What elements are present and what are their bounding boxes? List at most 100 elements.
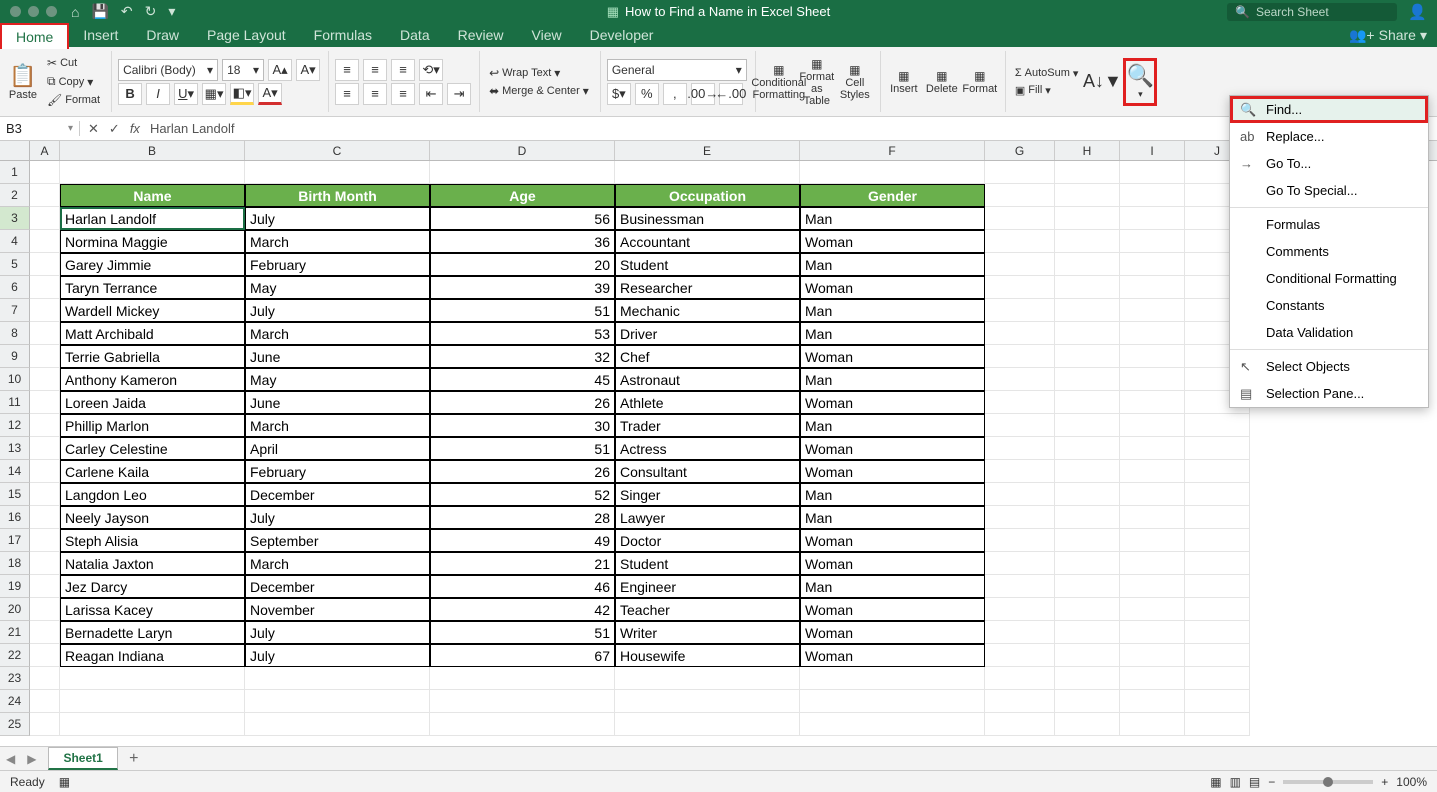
row-header[interactable]: 17 bbox=[0, 529, 30, 552]
cell[interactable]: March bbox=[245, 230, 430, 253]
comma-icon[interactable]: , bbox=[663, 83, 687, 105]
cell[interactable]: 20 bbox=[430, 253, 615, 276]
cell[interactable]: July bbox=[245, 506, 430, 529]
row-header[interactable]: 22 bbox=[0, 644, 30, 667]
row-header[interactable]: 2 bbox=[0, 184, 30, 207]
cell[interactable] bbox=[1185, 690, 1250, 713]
row-header[interactable]: 19 bbox=[0, 575, 30, 598]
cell[interactable] bbox=[1055, 322, 1120, 345]
cell[interactable]: Man bbox=[800, 207, 985, 230]
row-header[interactable]: 18 bbox=[0, 552, 30, 575]
cell[interactable]: July bbox=[245, 299, 430, 322]
cell[interactable]: 53 bbox=[430, 322, 615, 345]
cell[interactable] bbox=[60, 667, 245, 690]
cell-styles-button[interactable]: ▦Cell Styles bbox=[838, 58, 872, 106]
cell[interactable] bbox=[30, 276, 60, 299]
cell[interactable] bbox=[615, 690, 800, 713]
cell[interactable] bbox=[1185, 667, 1250, 690]
cell[interactable] bbox=[245, 161, 430, 184]
number-format-select[interactable]: General▾ bbox=[607, 59, 747, 81]
cell[interactable] bbox=[1120, 713, 1185, 736]
cell[interactable] bbox=[1185, 506, 1250, 529]
cell[interactable] bbox=[1120, 437, 1185, 460]
cell[interactable] bbox=[30, 667, 60, 690]
cell[interactable] bbox=[1120, 391, 1185, 414]
cell[interactable]: March bbox=[245, 414, 430, 437]
user-avatar-icon[interactable]: 👤 bbox=[1408, 3, 1427, 21]
zoom-out-icon[interactable]: − bbox=[1268, 775, 1275, 789]
row-header[interactable]: 25 bbox=[0, 713, 30, 736]
cell[interactable]: Student bbox=[615, 552, 800, 575]
cell[interactable] bbox=[30, 253, 60, 276]
cell[interactable] bbox=[30, 207, 60, 230]
cell[interactable] bbox=[1055, 483, 1120, 506]
cell[interactable] bbox=[1055, 207, 1120, 230]
cell[interactable]: 36 bbox=[430, 230, 615, 253]
minimize-window-icon[interactable] bbox=[28, 6, 39, 17]
cell[interactable] bbox=[1055, 230, 1120, 253]
cell[interactable] bbox=[985, 322, 1055, 345]
cell[interactable] bbox=[1120, 506, 1185, 529]
cell[interactable] bbox=[1120, 414, 1185, 437]
cell[interactable]: Anthony Kameron bbox=[60, 368, 245, 391]
menu-goto-special[interactable]: Go To Special... bbox=[1230, 177, 1428, 204]
cell[interactable]: February bbox=[245, 460, 430, 483]
cell[interactable]: Engineer bbox=[615, 575, 800, 598]
cell[interactable] bbox=[1055, 552, 1120, 575]
delete-cells-button[interactable]: ▦Delete bbox=[925, 58, 959, 106]
cell[interactable] bbox=[1055, 690, 1120, 713]
row-header[interactable]: 16 bbox=[0, 506, 30, 529]
cell[interactable]: Accountant bbox=[615, 230, 800, 253]
redo-icon[interactable]: ↻ bbox=[145, 3, 157, 20]
find-select-button[interactable]: 🔍▾ bbox=[1123, 58, 1157, 106]
macro-icon[interactable]: ▦ bbox=[59, 775, 70, 789]
menu-select-objects[interactable]: ↖Select Objects bbox=[1230, 353, 1428, 380]
cell[interactable] bbox=[1055, 414, 1120, 437]
cell[interactable]: Neely Jayson bbox=[60, 506, 245, 529]
align-right-icon[interactable]: ≡ bbox=[391, 83, 415, 105]
cell[interactable] bbox=[245, 690, 430, 713]
cell[interactable]: Actress bbox=[615, 437, 800, 460]
align-middle-icon[interactable]: ≡ bbox=[363, 59, 387, 81]
cell[interactable] bbox=[985, 575, 1055, 598]
zoom-level[interactable]: 100% bbox=[1396, 775, 1427, 789]
row-header[interactable]: 21 bbox=[0, 621, 30, 644]
cell[interactable]: Gender bbox=[800, 184, 985, 207]
cell[interactable]: December bbox=[245, 483, 430, 506]
cell[interactable]: September bbox=[245, 529, 430, 552]
align-top-icon[interactable]: ≡ bbox=[335, 59, 359, 81]
search-sheet-input[interactable]: 🔍 Search Sheet bbox=[1227, 3, 1397, 21]
cell[interactable] bbox=[30, 713, 60, 736]
cell[interactable] bbox=[30, 437, 60, 460]
cell[interactable] bbox=[985, 529, 1055, 552]
cell[interactable] bbox=[1055, 184, 1120, 207]
align-center-icon[interactable]: ≡ bbox=[363, 83, 387, 105]
cell[interactable]: November bbox=[245, 598, 430, 621]
cell[interactable]: Man bbox=[800, 506, 985, 529]
cell[interactable] bbox=[1055, 253, 1120, 276]
font-family-select[interactable]: Calibri (Body)▾ bbox=[118, 59, 218, 81]
share-button[interactable]: 👥+ Share ▾ bbox=[1349, 27, 1427, 44]
home-icon[interactable]: ⌂ bbox=[71, 4, 79, 20]
cell[interactable] bbox=[30, 345, 60, 368]
cell[interactable]: 21 bbox=[430, 552, 615, 575]
cell[interactable] bbox=[60, 690, 245, 713]
cell[interactable] bbox=[1120, 483, 1185, 506]
cell[interactable] bbox=[245, 713, 430, 736]
cell[interactable] bbox=[30, 460, 60, 483]
cell[interactable] bbox=[430, 690, 615, 713]
cell[interactable]: Researcher bbox=[615, 276, 800, 299]
conditional-formatting-button[interactable]: ▦Conditional Formatting bbox=[762, 58, 796, 106]
cell[interactable]: Writer bbox=[615, 621, 800, 644]
cut-button[interactable]: ✂Cut bbox=[44, 55, 103, 71]
borders-button[interactable]: ▦▾ bbox=[202, 83, 226, 105]
decrease-font-icon[interactable]: A▾ bbox=[296, 59, 320, 81]
cell[interactable]: Woman bbox=[800, 345, 985, 368]
cell[interactable] bbox=[30, 690, 60, 713]
cell[interactable]: June bbox=[245, 391, 430, 414]
cell[interactable] bbox=[1185, 552, 1250, 575]
cell[interactable] bbox=[1120, 230, 1185, 253]
cell[interactable] bbox=[1055, 345, 1120, 368]
cell[interactable]: Doctor bbox=[615, 529, 800, 552]
copy-button[interactable]: ⧉Copy ▾ bbox=[44, 73, 103, 90]
